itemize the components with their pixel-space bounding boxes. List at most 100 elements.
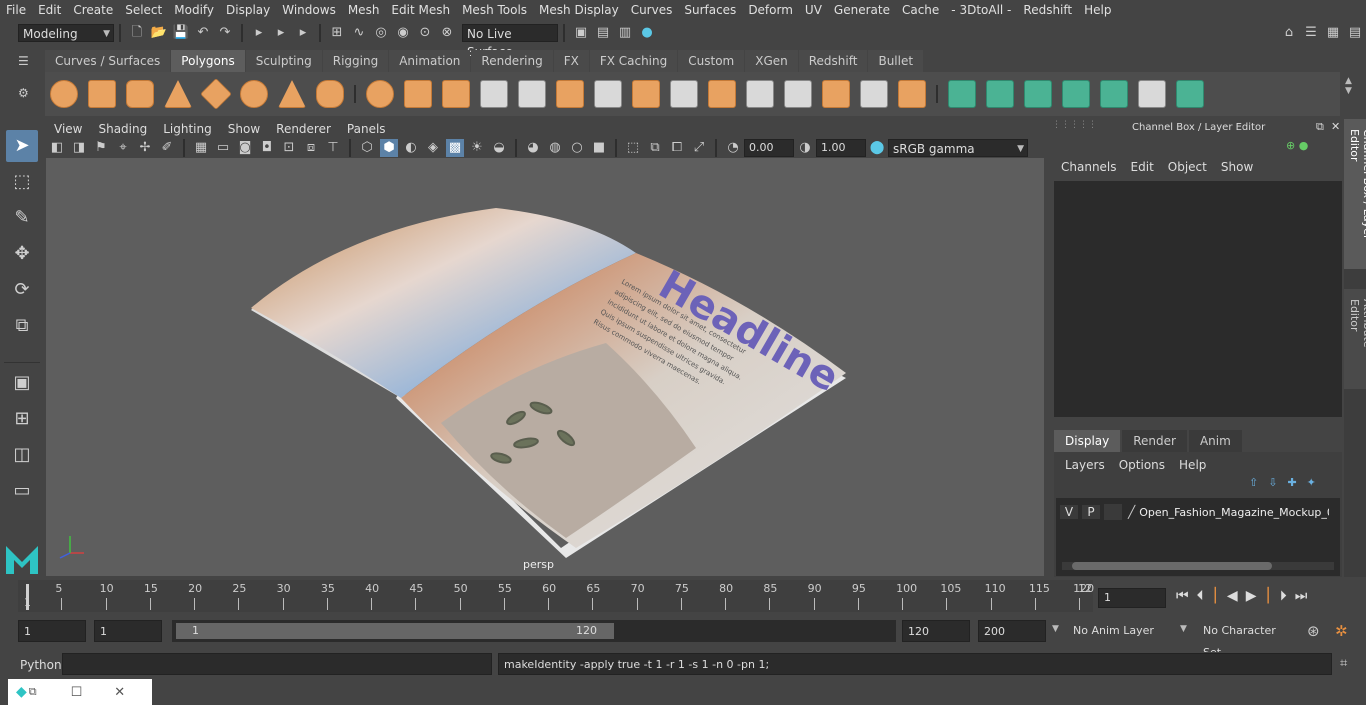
viewport-menu-shading[interactable]: Shading [90, 119, 155, 139]
anti-aliasing-icon[interactable]: ○ [568, 139, 586, 157]
menu-uv[interactable]: UV [799, 0, 828, 20]
menu-file[interactable]: File [0, 0, 32, 20]
menu-help[interactable]: Help [1078, 0, 1117, 20]
multi-cut-icon[interactable] [594, 80, 622, 108]
shelf-menu-icon[interactable]: ☰ [18, 54, 38, 68]
colorspace-dropdown[interactable]: sRGB gamma ▼ [888, 139, 1028, 157]
checker-icon[interactable] [1138, 80, 1166, 108]
anim-layer-dropdown[interactable]: No Anim Layer [1068, 620, 1172, 642]
range-slider-bar[interactable]: 1 120 [176, 623, 614, 639]
shelf-tab-bullet[interactable]: Bullet [868, 50, 924, 72]
channel-box-menu-object[interactable]: Object [1168, 160, 1207, 174]
quad-draw-icon[interactable] [860, 80, 888, 108]
target-weld-icon[interactable] [822, 80, 850, 108]
chevron-down-icon[interactable]: ▼ [1180, 624, 1187, 634]
move-tool-icon[interactable]: ✥ [6, 238, 38, 270]
gate-mask-icon[interactable]: ◘ [258, 139, 276, 157]
menu-3dtoall[interactable]: - 3DtoAll - [945, 0, 1017, 20]
xray-icon[interactable]: ▩ [446, 139, 464, 157]
shelf-tab-rendering[interactable]: Rendering [471, 50, 553, 72]
horizontal-scrollbar[interactable] [1062, 562, 1334, 570]
mode-selector[interactable]: Modeling ▼ [18, 24, 114, 42]
smooth-icon[interactable] [480, 80, 508, 108]
viewport-menu-lighting[interactable]: Lighting [155, 119, 220, 139]
mirror-icon[interactable] [442, 80, 470, 108]
new-layer-icon[interactable]: ✚ [1287, 476, 1296, 489]
snap-view-icon[interactable]: ◉ [394, 24, 412, 42]
layer-color-icon[interactable]: ╱ [1128, 505, 1135, 519]
menu-mesh-tools[interactable]: Mesh Tools [456, 0, 533, 20]
menu-create[interactable]: Create [67, 0, 119, 20]
step-forward-icon[interactable]: ⏵ [1280, 588, 1287, 604]
shelf-tab-xgen[interactable]: XGen [745, 50, 798, 72]
step-back-key-icon[interactable]: ⎮ [1212, 588, 1219, 604]
uv-spherical-icon[interactable] [1024, 80, 1052, 108]
layer-visibility-toggle[interactable]: V [1060, 505, 1078, 519]
render-settings-icon[interactable]: ▥ [616, 24, 634, 42]
snap-grid-icon[interactable]: ⊞ [328, 24, 346, 42]
scrollbar-thumb[interactable] [1072, 562, 1272, 570]
insert-edge-loop-icon[interactable] [670, 80, 698, 108]
range-slider[interactable]: 1 120 [172, 620, 896, 642]
menu-edit[interactable]: Edit [32, 0, 67, 20]
drag-handle-icon[interactable]: ⋮⋮⋮⋮⋮ [1052, 120, 1097, 130]
manipulator-icon[interactable]: ⊕ ● [1286, 139, 1308, 152]
current-time-indicator[interactable] [26, 584, 29, 610]
menu-cache[interactable]: Cache [896, 0, 945, 20]
select-component-icon[interactable]: ▸ [294, 24, 312, 42]
tab-attribute-editor[interactable]: Attribute Editor [1344, 289, 1366, 389]
uv-automatic-icon[interactable] [1062, 80, 1090, 108]
scene-end-field[interactable]: 200 [978, 620, 1046, 642]
poly-sphere-icon[interactable] [50, 80, 78, 108]
save-scene-icon[interactable]: 💾 [172, 24, 190, 42]
perspective-viewport[interactable]: Headline Lorem ipsum dolor sit amet, con… [46, 158, 1044, 576]
tab-channel-box[interactable]: Channel Box / Layer Editor [1344, 119, 1366, 269]
poly-torus-icon[interactable] [240, 80, 268, 108]
step-forward-key-icon[interactable]: ⎮ [1264, 588, 1271, 604]
viewport-menu-view[interactable]: View [46, 119, 90, 139]
use-all-lights-icon[interactable]: ☀ [468, 139, 486, 157]
grid-icon[interactable]: ▦ [192, 139, 210, 157]
select-hierarchy-icon[interactable]: ▸ [250, 24, 268, 42]
animation-preferences-icon[interactable]: ✲ [1335, 622, 1348, 640]
camera-attributes-icon[interactable]: ◨ [70, 139, 88, 157]
poly-cylinder-icon[interactable] [126, 80, 154, 108]
xray-active-icon[interactable]: ⧠ [668, 139, 686, 157]
attribute-editor-toggle-icon[interactable]: ☰ [1302, 24, 1320, 42]
go-to-start-icon[interactable]: ⏮ [1176, 588, 1189, 604]
paint-select-tool-icon[interactable]: ✎ [6, 202, 38, 234]
step-back-icon[interactable]: ⏴ [1197, 588, 1204, 604]
grease-pencil-icon[interactable]: ✐ [158, 139, 176, 157]
close-icon[interactable]: ✕ [114, 685, 125, 700]
layer-row[interactable]: V P ╱ Open_Fashion_Magazine_Mockup_0 [1056, 502, 1340, 522]
shadows-icon[interactable]: ◒ [490, 139, 508, 157]
xray-joints-icon[interactable]: ⧉ [646, 139, 664, 157]
merge-icon[interactable] [708, 80, 736, 108]
shelf-tab-curves-surfaces[interactable]: Curves / Surfaces [45, 50, 171, 72]
layer-menu-layers[interactable]: Layers [1065, 458, 1105, 472]
motion-blur-icon[interactable]: ◍ [546, 139, 564, 157]
camera-select-icon[interactable]: ◧ [48, 139, 66, 157]
color-management-icon[interactable]: ⬤ [868, 139, 886, 157]
film-gate-icon[interactable]: ▭ [214, 139, 232, 157]
smooth-shade-icon[interactable]: ⬢ [380, 139, 398, 157]
two-pane-layout-icon[interactable]: ◫ [6, 439, 38, 471]
snap-point-icon[interactable]: ◎ [372, 24, 390, 42]
menu-select[interactable]: Select [119, 0, 168, 20]
maya-small-icon[interactable]: ◆ [16, 684, 27, 700]
layer-menu-help[interactable]: Help [1179, 458, 1206, 472]
wireframe-on-shaded-icon[interactable]: ◐ [402, 139, 420, 157]
select-object-icon[interactable]: ▸ [272, 24, 290, 42]
uv-editor-icon[interactable] [1100, 80, 1128, 108]
playback-start-field[interactable]: 1 [94, 620, 162, 642]
command-language-label[interactable]: Python [20, 658, 62, 672]
maximize-icon[interactable]: ☐ [71, 685, 83, 700]
lasso-tool-icon[interactable]: ⬚ [6, 166, 38, 198]
channel-box-menu-show[interactable]: Show [1221, 160, 1253, 174]
menu-edit-mesh[interactable]: Edit Mesh [385, 0, 456, 20]
exposure-field[interactable]: 0.00 [744, 139, 794, 157]
auto-key-icon[interactable]: ⊛ [1307, 622, 1320, 640]
outliner-layout-icon[interactable]: ▭ [6, 475, 38, 507]
layer-playback-toggle[interactable]: P [1082, 505, 1100, 519]
poly-pipe-icon[interactable] [316, 80, 344, 108]
